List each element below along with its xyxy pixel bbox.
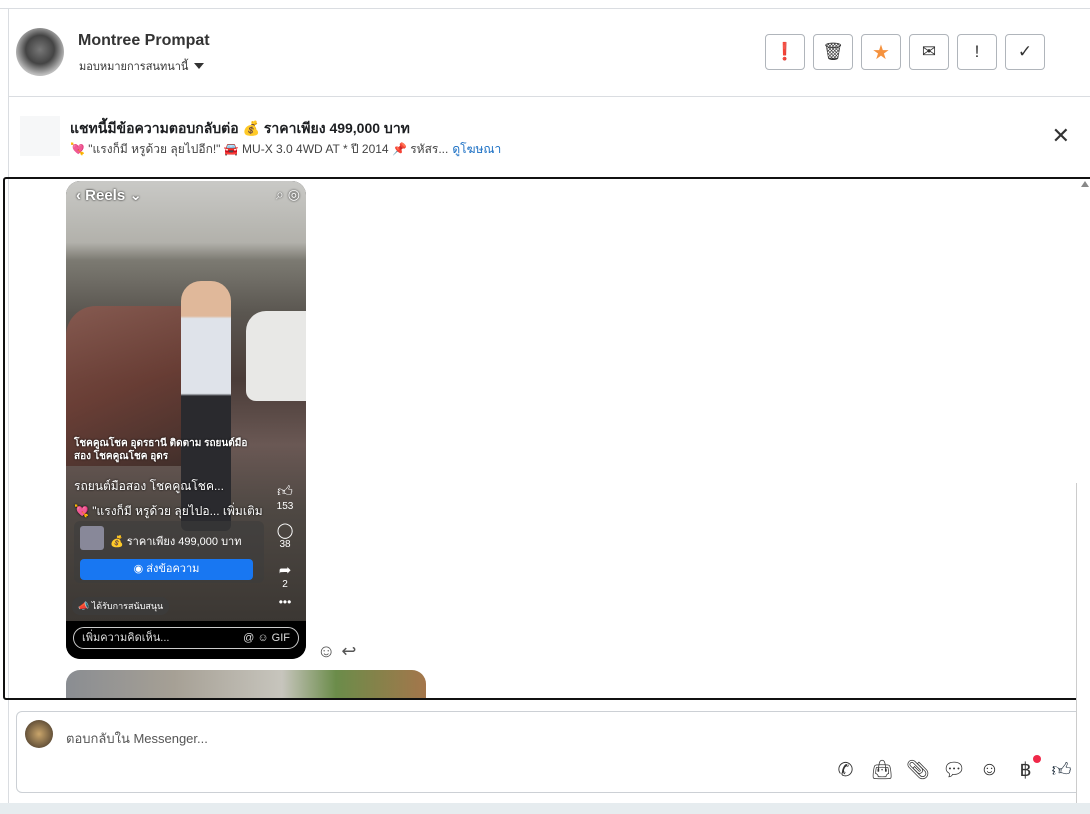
reels-header: ‹ Reels ⌄ (76, 187, 142, 204)
comment-count: ◯ 38 (270, 521, 300, 550)
banner-subtitle-text: 💘 "แรงก็มี หรูด้วย ลุยไปอีก!" 🚘 MU-X 3.0… (70, 142, 449, 156)
reel-message-card[interactable]: ‹ Reels ⌄ ⌕ ◎ โชคคูณโชค อุดรธานี ติดตาม … (66, 181, 306, 659)
share-icon: ➦ (278, 562, 292, 579)
paperclip-icon[interactable]: 📎︎ (906, 758, 930, 782)
image-message[interactable] (66, 670, 426, 698)
bottom-bar (0, 803, 1090, 814)
contact-name[interactable]: Montree Prompat (78, 32, 210, 50)
banner-title: แชทนี้มีข้อความตอบกลับต่อ 💰 ราคาเพียง 49… (70, 120, 410, 136)
composer-toolbar: ✆ 👜︎ 📎︎ 💬︎ ☺ ฿ 👍︎ (834, 754, 1073, 782)
like-count-text: 153 (276, 501, 294, 512)
message-thread[interactable]: ‹ Reels ⌄ ⌕ ◎ โชคคูณโชค อุดรธานี ติดตาม … (3, 177, 1090, 700)
trash-icon: 🗑 (822, 42, 844, 61)
more-icon: ••• (278, 595, 292, 609)
shopping-bag-icon[interactable]: 👜︎ (870, 758, 894, 782)
ad-cta-box: 💰 ราคาเพียง 499,000 บาท ◉ ส่งข้อความ (74, 521, 264, 583)
conversation-header: Montree Prompat มอบหมายการสนทนานี้ ❗ 🗑 ★… (8, 9, 1090, 97)
envelope-open-icon: ✉ (921, 42, 937, 61)
comment-icon: ◯ (276, 522, 294, 539)
car-image (246, 311, 306, 401)
reel-caption: 💘 "แรงก็มี หรูด้วย ลุยไปอ... เพิ่มเติม (74, 504, 263, 518)
thumbs-up-icon[interactable]: 👍︎ (1050, 759, 1073, 782)
messenger-icon: ◉ (133, 563, 147, 575)
view-ad-link[interactable]: ดูโฆษณา (452, 142, 501, 156)
close-icon[interactable]: ✕ (1052, 123, 1070, 149)
search-profile-icons: ⌕ ◎ (276, 186, 300, 202)
reply-composer: ตอบกลับใน Messenger... ✆ 👜︎ 📎︎ 💬︎ ☺ ฿ 👍︎ (16, 711, 1090, 793)
price-text: 💰 ราคาเพียง 499,000 บาท (110, 536, 242, 548)
delete-button[interactable]: 🗑 (813, 34, 853, 70)
share-count-text: 2 (282, 579, 288, 590)
product-thumbnail (80, 526, 104, 550)
scroll-up-arrow[interactable] (1081, 181, 1089, 187)
message-actions: ☺ ↩ (317, 641, 356, 662)
side-panel-edge (1076, 483, 1090, 814)
avatar[interactable] (16, 28, 64, 76)
mark-spam-button[interactable]: ❗ (765, 34, 805, 70)
assign-label: มอบหมายการสนทนานี้ (79, 61, 189, 73)
action-toolbar: ❗ 🗑 ★ ✉ ! ✓ (765, 34, 1045, 70)
payment-baht-icon[interactable]: ฿ (1014, 754, 1041, 782)
call-add-icon[interactable]: ✆ (834, 759, 857, 782)
comment-input: เพิ่มความคิดเห็น... @ ☺ GIF (73, 627, 299, 649)
check-icon: ✓ (1017, 42, 1033, 61)
thumbs-up-icon: 👍︎ (277, 483, 293, 500)
notification-dot (1033, 754, 1041, 763)
reply-input[interactable]: ตอบกลับใน Messenger... (66, 728, 208, 749)
sponsored-badge: 📣 ได้รับการสนับสนุน (72, 597, 170, 615)
star-button[interactable]: ★ (861, 34, 901, 70)
banner-subtitle: 💘 "แรงก็มี หรูด้วย ลุยไปอีก!" 🚘 MU-X 3.0… (70, 140, 501, 159)
comment-icons: @ ☺ GIF (243, 632, 290, 644)
comment-placeholder: เพิ่มความคิดเห็น... (82, 632, 170, 644)
send-message-button[interactable]: ◉ ส่งข้อความ (80, 559, 253, 580)
star-icon: ★ (872, 41, 890, 64)
assign-dropdown[interactable]: มอบหมายการสนทนานี้ (79, 57, 205, 75)
ad-reply-banner: แชทนี้มีข้อความตอบกลับต่อ 💰 ราคาเพียง 49… (8, 97, 1090, 175)
alert-circle-icon: ❗ (774, 42, 796, 61)
reel-page-line: โชคคูณโชค อุดรธานี ติดตาม รถยนต์มือสอง โ… (74, 438, 248, 462)
page-avatar (25, 720, 53, 748)
comment-count-text: 38 (279, 539, 291, 550)
comment-bar: เพิ่มความคิดเห็น... @ ☺ GIF (66, 621, 306, 659)
reply-icon[interactable]: ↩ (341, 641, 356, 662)
share-count: ➦ 2 (270, 561, 300, 590)
exclamation-icon: ! (974, 42, 980, 61)
mark-done-button[interactable]: ✓ (1005, 34, 1045, 70)
like-count: 👍︎ 153 (270, 483, 300, 512)
emoji-react-icon[interactable]: ☺ (317, 641, 335, 662)
saved-reply-icon[interactable]: 💬︎ (942, 758, 966, 782)
emoji-icon[interactable]: ☺ (978, 759, 1001, 781)
follow-up-button[interactable]: ! (957, 34, 997, 70)
mark-unread-button[interactable]: ✉ (909, 34, 949, 70)
send-message-label: ส่งข้อความ (146, 563, 200, 575)
chevron-down-icon (194, 63, 205, 69)
reel-page-name: รถยนต์มือสอง โชคคูณโชค... (74, 479, 224, 493)
ad-thumbnail (20, 116, 60, 156)
